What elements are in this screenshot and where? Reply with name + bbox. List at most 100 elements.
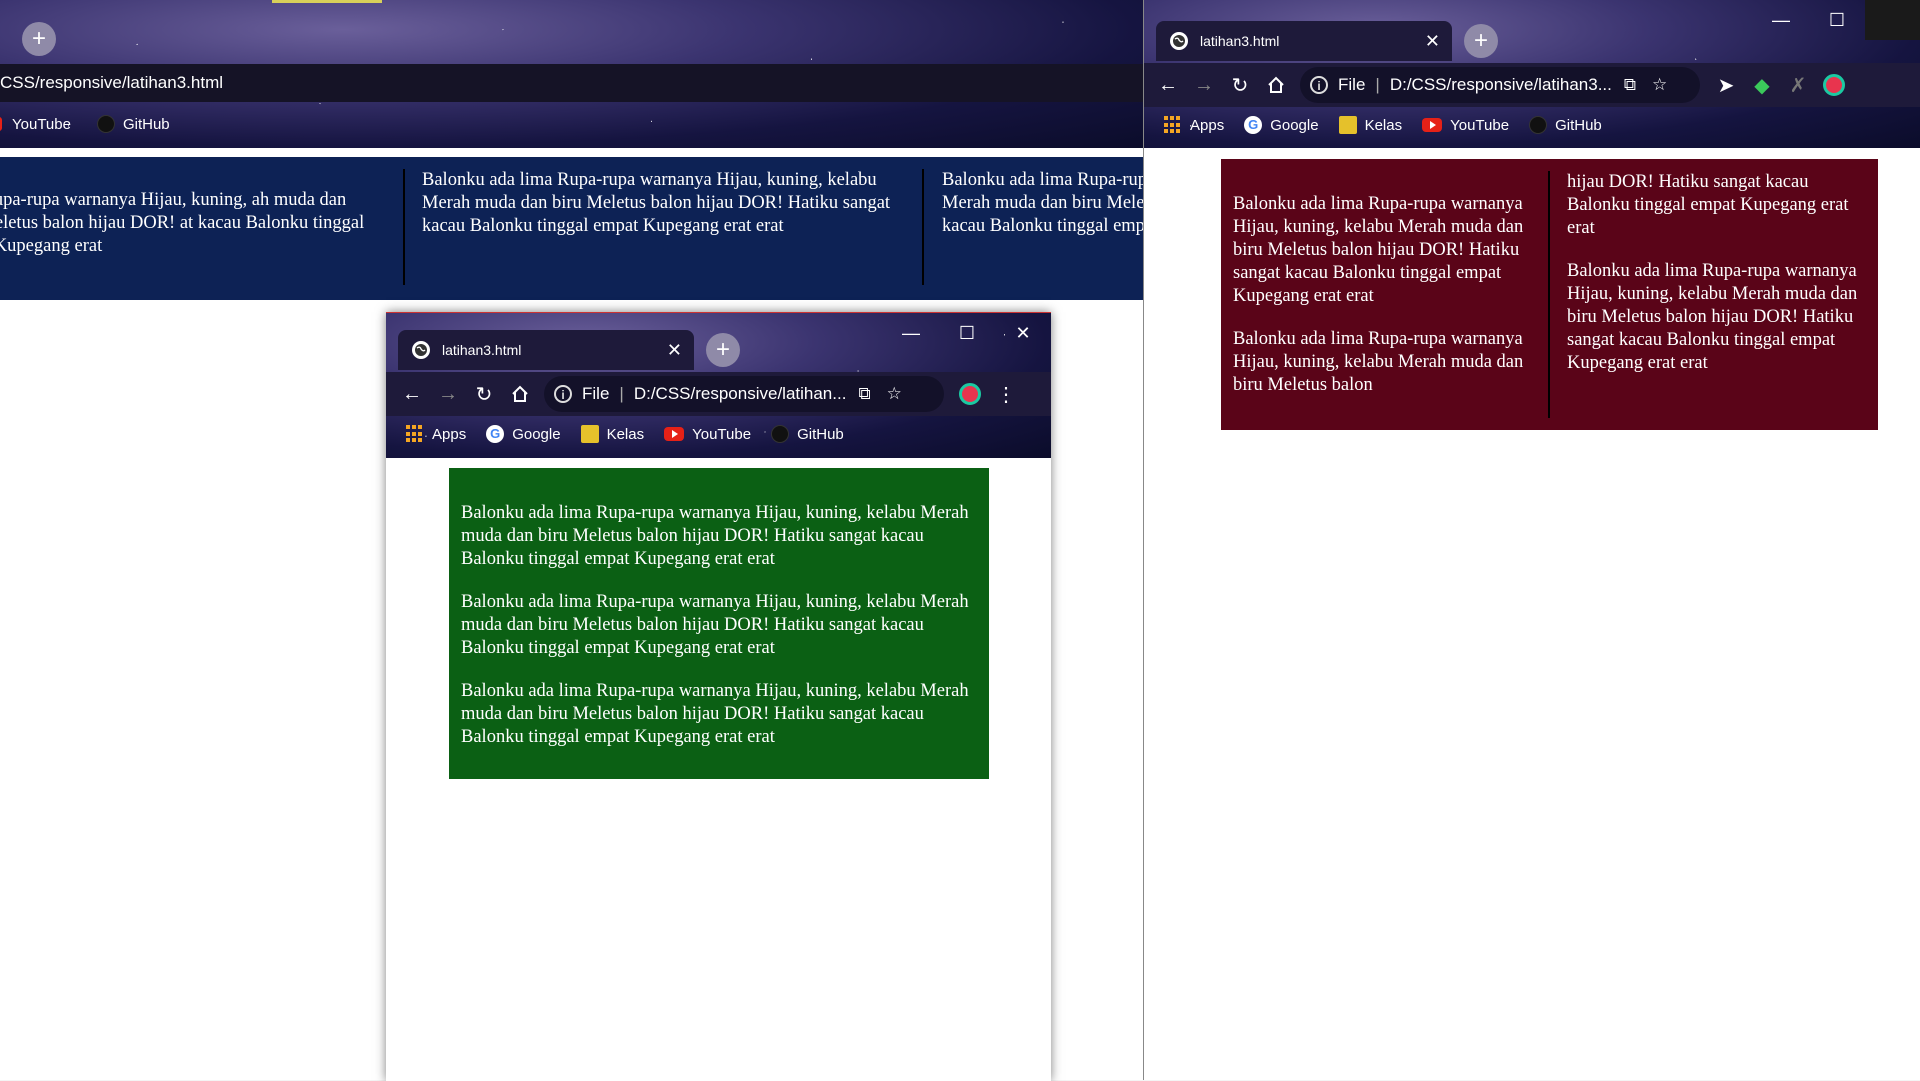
star-icon[interactable]: ☆ xyxy=(1652,75,1667,95)
center-toolbar: ← → ↻ i File | D:/CSS/responsive/latihan… xyxy=(386,372,1051,416)
right-tab-latihan3[interactable]: latihan3.html ✕ xyxy=(1156,21,1452,61)
bookmark-apps-label: Apps xyxy=(1190,116,1225,134)
bookmark-youtube-label: YouTube xyxy=(692,425,752,443)
bookmark-apps[interactable]: Apps xyxy=(1164,116,1224,134)
bg-bookmark-github[interactable]: GitHub xyxy=(96,115,170,133)
bookmark-kelas-label: Kelas xyxy=(606,425,645,443)
close-tab-icon[interactable]: ✕ xyxy=(1425,32,1440,50)
center-omnibox[interactable]: i File | D:/CSS/responsive/latihan... ⧉ … xyxy=(544,376,944,412)
bookmark-kelas-label: Kelas xyxy=(1364,116,1403,134)
bookmark-google-label: Google xyxy=(512,425,561,443)
menu-kebab-icon[interactable]: ⋮ xyxy=(988,376,1024,412)
tab-strip-highlight xyxy=(272,0,382,3)
info-icon[interactable]: i xyxy=(554,385,572,403)
back-icon[interactable]: ← xyxy=(394,376,430,412)
bg-bookmark-github-label: GitHub xyxy=(122,115,170,133)
bookmark-github-label: GitHub xyxy=(797,425,844,443)
bg-column-1: lima Rupa-rupa warnanya Hijau, kuning, a… xyxy=(0,190,365,256)
column-rule xyxy=(403,169,405,285)
center-column: Balonku ada lima Rupa-rupa warnanya Hija… xyxy=(461,502,977,769)
paragraph: Balonku ada lima Rupa-rupa warnanya Hija… xyxy=(461,503,969,569)
translate-icon[interactable]: ⧉ xyxy=(1624,75,1636,95)
maximize-button[interactable]: ☐ xyxy=(1809,0,1865,40)
omnibox-separator: | xyxy=(1375,75,1380,94)
bookmark-youtube-label: YouTube xyxy=(1450,116,1510,134)
colorful-extension-icon[interactable]: ◆ xyxy=(1744,67,1780,103)
bookmark-youtube[interactable]: YouTube xyxy=(1422,117,1509,134)
profile-avatar[interactable] xyxy=(952,376,988,412)
bookmark-apps-label: Apps xyxy=(432,425,467,443)
profile-avatar[interactable] xyxy=(1816,67,1852,103)
x-extension-icon[interactable]: ✗ xyxy=(1780,67,1816,103)
paragraph: hijau DOR! Hatiku sangat kacau Balonku t… xyxy=(1567,172,1849,238)
right-new-tab-button[interactable]: + xyxy=(1464,24,1498,58)
paragraph: Balonku ada lima Rupa-rupa warnanya Hija… xyxy=(1233,194,1524,306)
youtube-icon xyxy=(0,117,2,131)
right-browser-window: — ☐ latihan3.html ✕ + ← → ↻ i File | D:/… xyxy=(1143,0,1920,1080)
bg-bookmark-youtube-label: YouTube xyxy=(12,115,71,133)
minimize-button[interactable]: — xyxy=(1753,0,1809,40)
paragraph: Balonku ada lima Rupa-rupa warnanya Hija… xyxy=(1567,261,1858,373)
home-icon[interactable] xyxy=(502,376,538,412)
center-tab-title: latihan3.html xyxy=(442,342,522,358)
center-window-controls: — ☐ ✕ xyxy=(883,313,1051,353)
bg-address-text: CSS/responsive/latihan3.html xyxy=(0,73,224,92)
column-rule xyxy=(922,169,924,285)
right-file-label: File xyxy=(1338,75,1366,94)
paragraph: Balonku ada lima Rupa-rupa warnanya Hija… xyxy=(1233,329,1524,395)
bg-address-bar[interactable]: CSS/responsive/latihan3.html xyxy=(0,64,1143,102)
column-rule xyxy=(1548,171,1550,418)
globe-icon xyxy=(412,341,430,359)
center-new-tab-button[interactable]: + xyxy=(706,333,740,367)
bookmark-kelas[interactable]: Kelas xyxy=(1338,116,1403,134)
home-icon[interactable] xyxy=(1258,67,1294,103)
kelas-icon xyxy=(1338,116,1357,134)
center-url-text: D:/CSS/responsive/latihan... xyxy=(633,384,847,403)
close-tab-icon[interactable]: ✕ xyxy=(667,341,682,359)
star-icon[interactable]: ☆ xyxy=(887,384,902,404)
bookmark-google[interactable]: Google xyxy=(1244,116,1319,134)
bookmark-github[interactable]: GitHub xyxy=(1529,116,1602,134)
center-file-label: File xyxy=(582,384,610,403)
google-icon xyxy=(1244,116,1263,134)
omnibox-separator: | xyxy=(619,384,624,403)
apps-grid-icon xyxy=(1164,116,1182,134)
paragraph: Balonku ada lima Rupa-rupa warnanya Hija… xyxy=(461,681,969,747)
translate-icon[interactable]: ⧉ xyxy=(858,384,870,404)
bg-bookmarks-bar: YouTube GitHub xyxy=(0,107,1143,141)
cursor-extension-icon[interactable]: ➤ xyxy=(1708,67,1744,103)
right-column-2: hijau DOR! Hatiku sangat kacau Balonku t… xyxy=(1567,171,1867,395)
globe-icon xyxy=(1170,32,1188,50)
reload-icon[interactable]: ↻ xyxy=(1222,67,1258,103)
right-window-controls: — ☐ xyxy=(1753,0,1920,40)
close-window-button[interactable] xyxy=(1865,0,1920,40)
bookmark-google[interactable]: Google xyxy=(486,425,561,443)
bg-column-2: Balonku ada lima Rupa-rupa warnanya Hija… xyxy=(422,170,891,236)
kelas-icon xyxy=(580,425,599,443)
minimize-button[interactable]: — xyxy=(883,313,939,353)
back-icon[interactable]: ← xyxy=(1150,67,1186,103)
forward-icon[interactable]: → xyxy=(1186,67,1222,103)
bg-new-tab-button[interactable]: + xyxy=(22,22,56,56)
center-browser-window: — ☐ ✕ latihan3.html ✕ + ← → ↻ i File | D… xyxy=(386,312,1051,1081)
right-omnibox[interactable]: i File | D:/CSS/responsive/latihan3... ⧉… xyxy=(1300,67,1700,103)
apps-grid-icon xyxy=(406,425,424,443)
info-icon[interactable]: i xyxy=(1310,76,1328,94)
center-content-box: Balonku ada lima Rupa-rupa warnanya Hija… xyxy=(449,468,989,779)
center-tab-latihan3[interactable]: latihan3.html ✕ xyxy=(398,330,694,370)
forward-icon[interactable]: → xyxy=(430,376,466,412)
bg-bookmark-youtube[interactable]: YouTube xyxy=(0,116,71,133)
reload-icon[interactable]: ↻ xyxy=(466,376,502,412)
bookmark-kelas[interactable]: Kelas xyxy=(580,425,645,443)
paragraph: Balonku ada lima Rupa-rupa warnanya Hija… xyxy=(461,592,969,658)
youtube-icon xyxy=(664,427,685,441)
google-icon xyxy=(486,425,505,443)
youtube-icon xyxy=(1422,118,1443,132)
bookmark-youtube[interactable]: YouTube xyxy=(664,426,751,443)
bookmark-github[interactable]: GitHub xyxy=(771,425,844,443)
github-icon xyxy=(1529,116,1548,134)
maximize-button[interactable]: ☐ xyxy=(939,313,995,353)
bookmark-apps[interactable]: Apps xyxy=(406,425,466,443)
github-icon xyxy=(771,425,790,443)
close-window-button[interactable]: ✕ xyxy=(995,313,1051,353)
